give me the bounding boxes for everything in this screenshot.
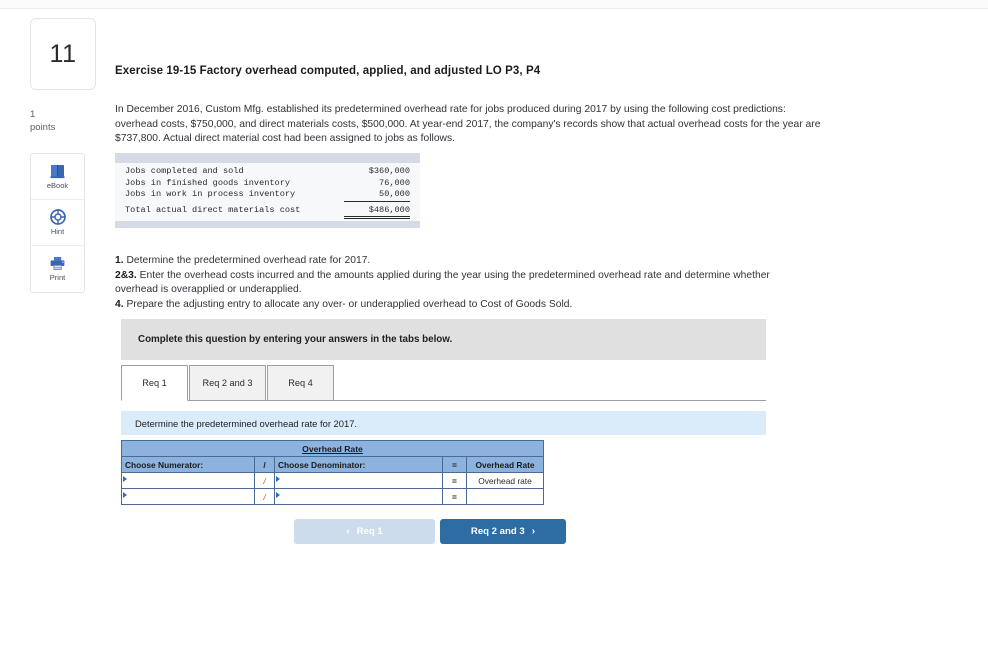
chevron-left-icon: ‹	[346, 526, 350, 537]
requirements-list: 1. Determine the predetermined overhead …	[115, 254, 800, 312]
cost-data-table: Jobs completed and sold $360,000 Jobs in…	[115, 153, 420, 229]
requirement-2-3: 2&3. Enter the overhead costs incurred a…	[115, 269, 800, 298]
tab-req-2-and-3[interactable]: Req 2 and 3	[189, 365, 266, 401]
left-rail: 11 1 points eBook Hint Print	[0, 9, 112, 663]
points-label: points	[30, 122, 56, 133]
hint-label: Hint	[50, 227, 65, 236]
cost-total-value: $486,000	[344, 205, 410, 220]
points-indicator: 1 points	[30, 108, 100, 134]
tab-req-4-label: Req 4	[288, 378, 313, 388]
exercise-intro-text: In December 2016, Custom Mfg. establishe…	[115, 104, 821, 145]
top-chrome-bar	[0, 0, 988, 9]
numerator-cell-2[interactable]	[121, 488, 255, 505]
prev-requirement-label: Req 1	[356, 526, 383, 537]
complete-question-banner: Complete this question by entering your …	[121, 319, 766, 360]
banner-text: Complete this question by entering your …	[138, 334, 453, 345]
dropdown-arrow-icon	[123, 492, 127, 498]
header-result: Overhead Rate	[465, 456, 545, 473]
grid-header-row: Choose Numerator: / Choose Denominator: …	[121, 456, 545, 473]
result-cell-2	[465, 488, 545, 505]
hint-button[interactable]: Hint	[31, 200, 84, 246]
cost-row-label: Jobs completed and sold	[125, 166, 244, 176]
equals-cell-2: =	[442, 488, 467, 505]
denominator-input-1[interactable]	[275, 473, 442, 488]
header-denominator: Choose Denominator:	[274, 456, 443, 473]
cost-row-value: 76,000	[379, 177, 410, 188]
prev-requirement-button[interactable]: ‹ Req 1	[294, 519, 435, 544]
data-band-top	[115, 153, 420, 163]
cost-row-label: Jobs in finished goods inventory	[125, 177, 291, 188]
requirement-4: 4. Prepare the adjusting entry to alloca…	[115, 298, 800, 313]
data-band-bottom	[115, 221, 420, 229]
grid-title-row: Overhead Rate	[120, 440, 545, 457]
ebook-label: eBook	[46, 180, 69, 190]
print-button[interactable]: Print	[31, 246, 84, 292]
cost-row-label: Jobs in work in process inventory	[125, 189, 296, 200]
tool-panel: eBook Hint Print	[30, 153, 85, 293]
print-icon	[49, 256, 66, 271]
numerator-input-1[interactable]	[122, 473, 254, 488]
grid-title-cell: Overhead Rate	[120, 440, 545, 457]
table-row-total: Total actual direct materials cost $486,…	[115, 205, 420, 220]
requirement-2-3-number: 2&3.	[115, 269, 137, 281]
dropdown-arrow-icon	[276, 492, 280, 498]
denominator-input-2[interactable]	[275, 489, 442, 504]
requirement-4-text: Prepare the adjusting entry to allocate …	[123, 298, 573, 310]
dropdown-arrow-icon	[276, 476, 280, 482]
dropdown-arrow-icon	[123, 476, 127, 482]
tab-req-1-label: Req 1	[142, 378, 167, 388]
requirement-tabs: Req 1 Req 2 and 3 Req 4	[121, 364, 766, 401]
operator-cell-2: /	[254, 488, 275, 505]
print-label: Print	[49, 273, 66, 282]
requirement-2-3-text: Enter the overhead costs incurred and th…	[115, 269, 770, 296]
table-row: / = Overhead rate	[121, 472, 545, 489]
requirement-1: 1. Determine the predetermined overhead …	[115, 254, 800, 269]
header-numerator: Choose Numerator:	[121, 456, 255, 473]
question-number: 11	[49, 39, 77, 68]
header-divider: /	[254, 456, 275, 473]
cost-row-value: $360,000	[368, 166, 410, 176]
requirement-1-number: 1.	[115, 255, 124, 266]
numerator-cell-1[interactable]	[121, 472, 255, 489]
tab-req-1[interactable]: Req 1	[121, 365, 188, 401]
grid-title: Overhead Rate	[302, 443, 363, 454]
numerator-input-2[interactable]	[122, 489, 254, 504]
sub-instruction-text: Determine the predetermined overhead rat…	[135, 417, 358, 429]
exercise-title: Exercise 19-15 Factory overhead computed…	[115, 65, 541, 77]
header-equals: =	[442, 456, 467, 473]
requirement-1-text: Determine the predetermined overhead rat…	[123, 255, 371, 266]
chevron-right-icon: ›	[531, 526, 536, 537]
tab-req-2-and-3-label: Req 2 and 3	[202, 378, 253, 388]
denominator-cell-2[interactable]	[274, 488, 443, 505]
next-requirement-button[interactable]: Req 2 and 3 ›	[440, 519, 566, 544]
sub-instruction-bar: Determine the predetermined overhead rat…	[121, 411, 766, 435]
equals-cell-1: =	[442, 472, 467, 489]
ebook-button[interactable]: eBook	[31, 154, 84, 200]
table-row: / =	[121, 488, 545, 505]
table-row: Jobs completed and sold $360,000	[115, 166, 420, 178]
cost-total-label: Total actual direct materials cost	[125, 204, 301, 215]
next-requirement-label: Req 2 and 3	[470, 526, 525, 537]
ebook-icon	[49, 164, 66, 179]
result-cell-1: Overhead rate	[465, 472, 545, 489]
tab-req-4[interactable]: Req 4	[267, 365, 334, 401]
cost-data-body: Jobs completed and sold $360,000 Jobs in…	[115, 163, 420, 222]
points-value: 1	[30, 109, 36, 120]
hint-icon	[49, 209, 66, 225]
cost-row-value: 50,000	[344, 189, 410, 202]
operator-cell-1: /	[254, 472, 275, 489]
table-row: Jobs in finished goods inventory 76,000	[115, 178, 420, 190]
table-row: Jobs in work in process inventory 50,000	[115, 189, 420, 202]
question-number-box: 11	[30, 18, 96, 90]
overhead-rate-grid: Overhead Rate Choose Numerator: / Choose…	[120, 440, 545, 505]
denominator-cell-1[interactable]	[274, 472, 443, 489]
question-page: 11 1 points eBook Hint Print Exercise 19…	[0, 0, 988, 663]
requirement-4-number: 4.	[115, 298, 124, 310]
